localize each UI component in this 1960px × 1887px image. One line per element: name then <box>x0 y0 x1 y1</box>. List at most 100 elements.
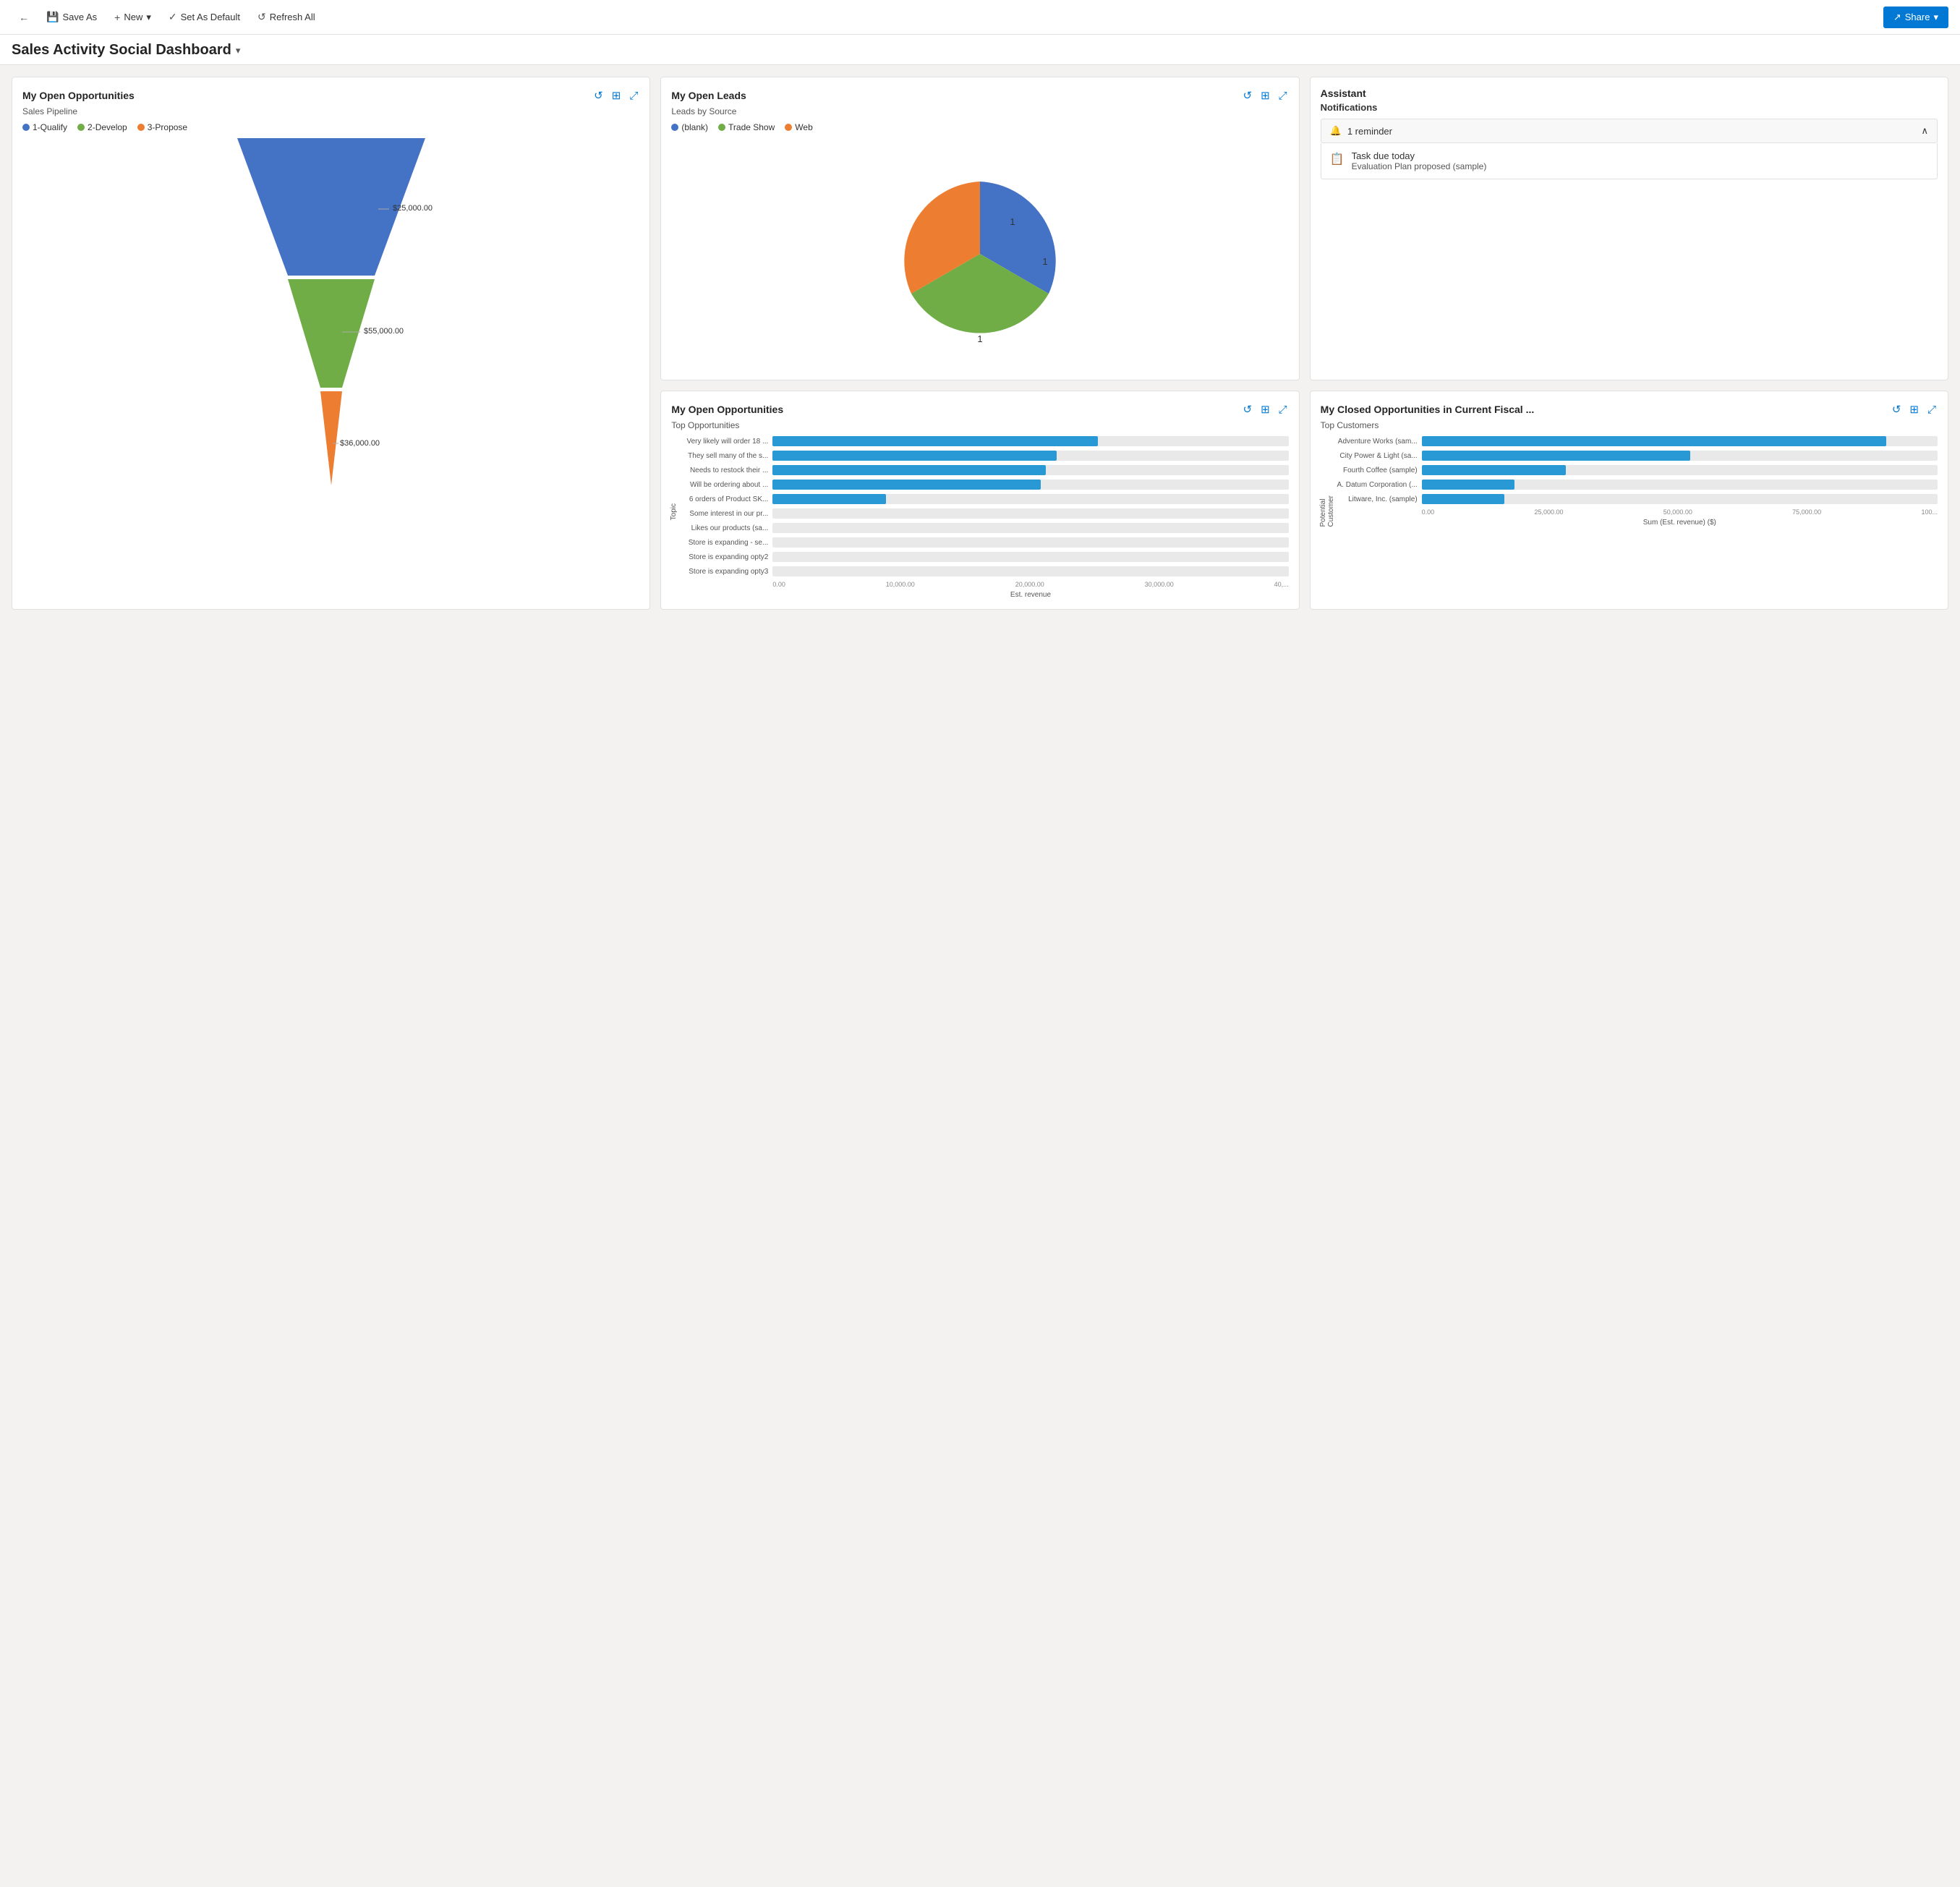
page-title-bar: Sales Activity Social Dashboard ▾ <box>0 35 1960 65</box>
top-opportunities-card: My Open Opportunities ↺ ⊞ ⤢ Top Opportun… <box>660 391 1299 610</box>
bar-track <box>772 436 1288 446</box>
page-title-dropdown-icon[interactable]: ▾ <box>236 45 241 56</box>
closed-opp-bar-row: A. Datum Corporation (... <box>1331 480 1938 490</box>
assistant-title: Assistant <box>1321 88 1366 99</box>
closed-opp-bars: Adventure Works (sam... City Power & Lig… <box>1331 436 1938 504</box>
bar-track <box>1422 494 1938 504</box>
blank-label: (blank) <box>681 122 708 132</box>
top-opp-chart-wrap: Topic Very likely will order 18 ... They… <box>671 436 1288 599</box>
bar-fill <box>772 480 1041 490</box>
notif-header-left: 🔔 1 reminder <box>1330 125 1392 137</box>
notifications-label: Notifications <box>1321 102 1938 113</box>
closed-opp-chart-wrap: Potential Customer Adventure Works (sam.… <box>1321 436 1938 527</box>
new-icon: + <box>114 12 120 23</box>
opp-refresh-btn[interactable]: ↺ <box>592 88 605 103</box>
bar-track <box>772 508 1288 519</box>
leads-refresh-btn[interactable]: ↺ <box>1241 88 1253 103</box>
top-opp-refresh-btn[interactable]: ↺ <box>1241 401 1253 417</box>
funnel-develop <box>288 279 375 388</box>
refresh-all-button[interactable]: ↺ Refresh All <box>250 7 323 27</box>
closed-opp-actions: ↺ ⊞ ⤢ <box>1891 401 1938 417</box>
blank-dot <box>671 124 678 131</box>
tradeshow-dot <box>718 124 725 131</box>
bar-fill <box>772 465 1046 475</box>
share-label: Share <box>1905 12 1930 22</box>
bar-track <box>1422 436 1938 446</box>
propose-dot <box>137 124 145 131</box>
pie-label-3: 1 <box>977 333 982 344</box>
qualify-label: 1-Qualify <box>33 122 67 132</box>
closed-opp-download-btn[interactable]: ⊞ <box>1908 401 1920 417</box>
top-opp-header: My Open Opportunities ↺ ⊞ ⤢ <box>671 401 1288 417</box>
opp-card-header: My Open Opportunities ↺ ⊞ ⤢ <box>22 88 639 103</box>
closed-opp-bar-row: Adventure Works (sam... <box>1331 436 1938 446</box>
set-default-button[interactable]: ✓ Set As Default <box>161 7 247 27</box>
funnel-chart: $25,000.00 $55,000.00 $36,000.00 <box>22 138 639 500</box>
set-default-label: Set As Default <box>181 12 240 22</box>
bar-fill <box>1422 480 1514 490</box>
top-opp-bar-row: Store is expanding opty2 <box>681 552 1288 562</box>
save-as-button[interactable]: 💾 Save As <box>39 7 104 27</box>
top-opp-download-btn[interactable]: ⊞ <box>1259 401 1271 417</box>
bar-track <box>1422 451 1938 461</box>
bar-label: Store is expanding - se... <box>681 539 768 547</box>
top-opp-bars: Very likely will order 18 ... They sell … <box>681 436 1288 576</box>
bar-track <box>1422 465 1938 475</box>
opp-card-title: My Open Opportunities <box>22 90 135 101</box>
bar-label: Store is expanding opty2 <box>681 553 768 561</box>
bar-fill <box>1422 494 1504 504</box>
bar-fill <box>1422 436 1886 446</box>
back-button[interactable]: ← <box>12 7 36 27</box>
closed-opp-title: My Closed Opportunities in Current Fisca… <box>1321 404 1535 415</box>
refresh-label: Refresh All <box>270 12 315 22</box>
web-label: Web <box>795 122 812 132</box>
top-opp-expand-btn[interactable]: ⤢ <box>1277 401 1289 417</box>
checkmark-icon: ✓ <box>169 11 177 23</box>
closed-opp-refresh-btn[interactable]: ↺ <box>1891 401 1903 417</box>
top-opp-bar-row: 6 orders of Product SK... <box>681 494 1288 504</box>
bar-label: Fourth Coffee (sample) <box>1331 467 1418 474</box>
bar-label: 6 orders of Product SK... <box>681 495 768 503</box>
bar-label: Very likely will order 18 ... <box>681 438 768 446</box>
closed-opp-expand-btn[interactable]: ⤢ <box>1926 401 1938 417</box>
bar-label: Store is expanding opty3 <box>681 568 768 576</box>
bar-fill <box>772 494 886 504</box>
top-opp-bar-row: Very likely will order 18 ... <box>681 436 1288 446</box>
closed-opp-bar-row: Litware, Inc. (sample) <box>1331 494 1938 504</box>
new-dropdown-icon: ▾ <box>146 12 151 23</box>
notification-header[interactable]: 🔔 1 reminder ∧ <box>1321 119 1938 143</box>
tradeshow-label: Trade Show <box>728 122 775 132</box>
leads-card-header: My Open Leads ↺ ⊞ ⤢ <box>671 88 1288 103</box>
share-button[interactable]: ↗ Share ▾ <box>1883 7 1948 28</box>
pie-svg: 1 1 1 <box>872 153 1088 355</box>
opp-download-btn[interactable]: ⊞ <box>610 88 623 103</box>
save-icon: 💾 <box>46 11 59 23</box>
closed-opportunities-card: My Closed Opportunities in Current Fisca… <box>1310 391 1948 610</box>
new-button[interactable]: + New ▾ <box>107 7 158 27</box>
task-label: Task due today <box>1352 150 1487 161</box>
pie-chart: 1 1 1 <box>671 138 1288 370</box>
chevron-up-icon: ∧ <box>1921 125 1928 137</box>
bar-track <box>772 465 1288 475</box>
top-opp-x-axis: 0.00 10,000.00 20,000.00 30,000.00 40,..… <box>681 581 1288 588</box>
bar-label: Will be ordering about ... <box>681 481 768 489</box>
top-opp-x-label: Est. revenue <box>681 591 1288 599</box>
leads-download-btn[interactable]: ⊞ <box>1259 88 1271 103</box>
bar-label: A. Datum Corporation (... <box>1331 481 1418 489</box>
opp-expand-btn[interactable]: ⤢ <box>628 88 639 103</box>
funnel-svg: $25,000.00 $55,000.00 $36,000.00 <box>223 131 440 507</box>
share-dropdown-icon: ▾ <box>1933 12 1938 23</box>
refresh-icon: ↺ <box>257 11 266 23</box>
top-opp-bar-row: Likes our products (sa... <box>681 523 1288 533</box>
leads-expand-btn[interactable]: ⤢ <box>1277 88 1289 103</box>
save-as-label: Save As <box>62 12 97 22</box>
share-icon: ↗ <box>1893 12 1901 23</box>
top-opp-subtitle: Top Opportunities <box>671 420 1288 430</box>
legend-tradeshow: Trade Show <box>718 122 775 132</box>
dashboard: My Open Opportunities ↺ ⊞ ⤢ Sales Pipeli… <box>0 65 1960 621</box>
legend-develop: 2-Develop <box>77 122 127 132</box>
bar-track <box>1422 480 1938 490</box>
leads-card-actions: ↺ ⊞ ⤢ <box>1241 88 1288 103</box>
top-opp-bar-row: Some interest in our pr... <box>681 508 1288 519</box>
top-opp-title: My Open Opportunities <box>671 404 783 415</box>
